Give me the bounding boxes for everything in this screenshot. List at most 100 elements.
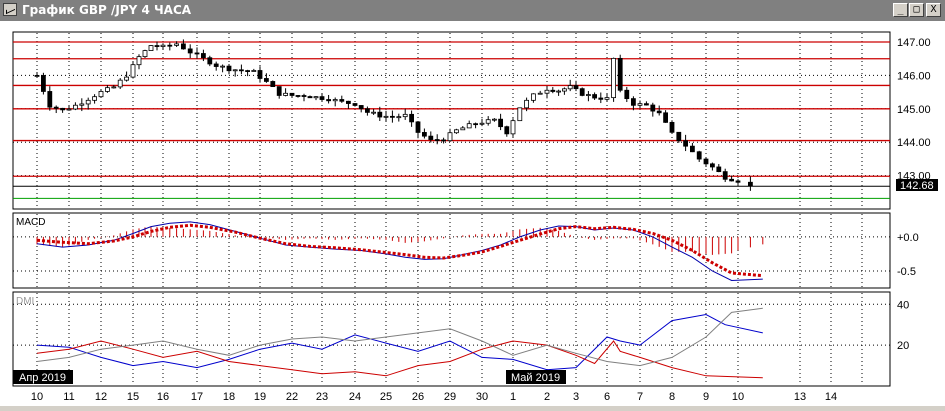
price-candle-body (579, 88, 585, 96)
date-tick-label: 30 (476, 391, 488, 403)
price-candle-body (111, 86, 117, 89)
price-candle-body (117, 79, 123, 88)
price-candle-body (650, 104, 656, 112)
price-candle-body (696, 151, 702, 160)
chart-app-icon (3, 3, 17, 16)
price-candle-body (332, 99, 338, 102)
price-candle-body (251, 70, 257, 72)
date-tick-label: 11 (63, 391, 74, 403)
price-candle-body (47, 91, 53, 108)
price-candle-body (567, 85, 573, 90)
price-candle-body (592, 94, 597, 99)
price-candle-body (517, 107, 523, 122)
price-candle-body (187, 48, 193, 54)
price-candle-body (319, 96, 325, 100)
price-candle-body (683, 140, 688, 147)
chart-window-client: 147.00 146.00 145.00 144.00 143.00 142.68 +0… (0, 21, 945, 406)
price-candle-body (735, 180, 741, 183)
price-candle-body (154, 45, 160, 47)
price-candle-body (194, 52, 200, 55)
price-candle-body (598, 97, 604, 100)
price-candle-body (729, 178, 734, 182)
price-tick-label: 147.00 (897, 37, 931, 49)
price-candle-body (656, 110, 662, 114)
price-candle-body (722, 171, 728, 180)
date-tick-label: 19 (254, 391, 266, 403)
price-candle-body (556, 90, 561, 93)
price-candle-body (531, 93, 536, 101)
price-candle-body (345, 100, 351, 104)
price-candle-body (98, 91, 104, 98)
price-axis: 147.00146.00145.00144.00143.00 (897, 37, 931, 183)
price-candle-body (136, 56, 142, 66)
price-candle-body (270, 81, 276, 88)
price-candle-body (307, 96, 313, 99)
minimize-button[interactable]: _ (893, 3, 908, 17)
dmi-panel[interactable] (12, 291, 891, 387)
price-candle-body (92, 96, 97, 101)
date-tick-label: 22 (286, 391, 298, 403)
price-candle-body (200, 53, 206, 59)
price-candle-body (524, 99, 529, 109)
price-candle-body (562, 88, 567, 92)
dmi-label: DMI (16, 296, 34, 307)
month-label-apr: Апр 2019 (19, 372, 66, 384)
price-candle-body (676, 131, 682, 142)
price-candle-body (142, 50, 148, 58)
price-candle-body (690, 145, 695, 153)
price-candle-body (631, 98, 636, 106)
macd-tick-label: -0.5 (897, 266, 916, 278)
date-tick-label: 6 (604, 391, 610, 403)
price-candle-body (66, 108, 72, 111)
price-candle-body (644, 103, 649, 106)
macd-label: MACD (16, 217, 45, 228)
date-tick-label: 10 (31, 391, 43, 403)
date-tick-label: 17 (191, 391, 203, 403)
price-candle-body (428, 135, 434, 140)
date-tick-label: 16 (157, 391, 169, 403)
price-candle-body (371, 111, 377, 114)
date-tick-label: 29 (444, 391, 456, 403)
price-candle-body (232, 69, 238, 72)
price-candle-body (339, 99, 345, 102)
price-candle-body (434, 139, 440, 141)
price-candle-body (415, 121, 421, 133)
dmi-tick-label: 20 (897, 340, 909, 352)
current-price-label: 142.68 (900, 180, 934, 192)
price-candle-body (447, 132, 453, 142)
price-candle-body (352, 103, 358, 106)
price-candle-body (421, 132, 427, 137)
price-candle-body (389, 115, 395, 118)
date-tick-label: 23 (316, 391, 328, 403)
price-candle-body (238, 69, 244, 72)
date-tick-label: 15 (127, 391, 139, 403)
price-candle-body (669, 121, 675, 133)
price-candle-body (41, 75, 46, 92)
maximize-button[interactable]: □ (909, 3, 924, 17)
price-candle-body (383, 115, 389, 118)
price-candle-body (160, 44, 166, 47)
date-tick-label: 8 (669, 391, 675, 403)
price-candle-body (617, 57, 623, 91)
price-candle-body (703, 158, 709, 165)
price-candle-body (624, 89, 630, 100)
price-candle-body (460, 127, 466, 131)
price-candle-body (105, 87, 110, 92)
price-candle-body (79, 103, 85, 106)
chart-canvas[interactable]: 147.00146.00145.00144.00143.00 142.68 +0… (0, 21, 945, 406)
price-candle-body (637, 103, 643, 106)
price-candle-body (174, 43, 180, 46)
price-candle-body (498, 118, 504, 128)
price-candle-body (510, 120, 516, 135)
price-candle-body (710, 163, 715, 168)
price-tick-label: 145.00 (897, 104, 931, 116)
price-candle-body (180, 43, 186, 50)
price-candle-body (491, 118, 497, 121)
dmi-axis: 40 20 (897, 299, 909, 352)
date-tick-label: 18 (223, 391, 235, 403)
price-candle-body (544, 89, 550, 94)
close-button[interactable]: X (926, 3, 941, 17)
price-candle-body (295, 95, 301, 97)
window-titlebar[interactable]: График GBP /JPY 4 ЧАСА _ □ X (0, 0, 945, 21)
price-candle-body (34, 75, 40, 77)
